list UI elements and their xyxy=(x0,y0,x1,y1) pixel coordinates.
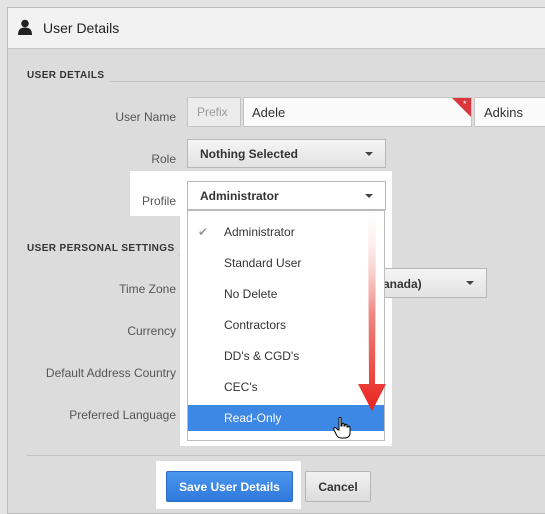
first-name-input[interactable]: Adele xyxy=(243,97,472,127)
menu-item-cecs[interactable]: CEC's xyxy=(188,374,384,400)
menu-item-dds-cgds[interactable]: DD's & CGD's xyxy=(188,343,384,369)
menu-item-standard-user[interactable]: Standard User xyxy=(188,250,384,276)
menu-item-label: Read-Only xyxy=(224,411,282,425)
chevron-down-icon xyxy=(365,152,373,156)
menu-item-no-delete[interactable]: No Delete xyxy=(188,281,384,307)
default-address-country-label: Default Address Country xyxy=(45,366,176,380)
section-divider xyxy=(178,254,180,255)
check-icon: ✔ xyxy=(198,225,209,239)
user-name-label: User Name xyxy=(115,110,176,124)
preferred-language-label: Preferred Language xyxy=(69,408,176,422)
user-icon xyxy=(18,19,32,35)
profile-dropdown-menu: ✔ Administrator Standard User No Delete … xyxy=(187,210,385,441)
last-name-input[interactable]: Adkins xyxy=(474,97,545,127)
profile-label: Profile xyxy=(141,194,176,208)
menu-item-administrator[interactable]: ✔ Administrator xyxy=(188,219,384,245)
menu-item-label: No Delete xyxy=(224,287,278,301)
save-user-details-button[interactable]: Save User Details xyxy=(166,471,293,502)
section-personal-settings: USER PERSONAL SETTINGS xyxy=(27,243,175,254)
menu-item-label: DD's & CGD's xyxy=(224,349,300,363)
prefix-input[interactable]: Prefix xyxy=(187,97,241,127)
chevron-down-icon xyxy=(365,194,373,198)
arrow-down-icon xyxy=(358,212,386,411)
time-zone-label: Time Zone xyxy=(119,282,176,296)
menu-item-contractors[interactable]: Contractors xyxy=(188,312,384,338)
section-divider xyxy=(110,81,545,82)
svg-text:*: * xyxy=(463,99,467,109)
section-user-details: USER DETAILS xyxy=(27,70,105,81)
required-flag-icon: * xyxy=(452,98,471,117)
menu-item-label: Standard User xyxy=(224,256,302,270)
panel-header: User Details xyxy=(8,8,545,49)
role-label: Role xyxy=(151,152,176,166)
hand-cursor-icon xyxy=(333,417,351,439)
menu-item-label: Administrator xyxy=(224,225,295,239)
cancel-button[interactable]: Cancel xyxy=(305,471,371,502)
menu-item-label: CEC's xyxy=(224,380,258,394)
page-title: User Details xyxy=(43,20,120,36)
profile-select-value: Administrator xyxy=(200,189,279,203)
menu-item-label: Contractors xyxy=(224,318,287,332)
footer-divider xyxy=(27,455,545,456)
menu-item-read-only[interactable]: Read-Only xyxy=(188,405,384,431)
time-zone-select-value: anada) xyxy=(383,277,422,291)
role-select-value: Nothing Selected xyxy=(200,147,299,161)
role-select[interactable]: Nothing Selected xyxy=(187,139,386,168)
currency-label: Currency xyxy=(127,324,176,338)
profile-select[interactable]: Administrator xyxy=(187,181,386,210)
chevron-down-icon xyxy=(466,281,474,285)
